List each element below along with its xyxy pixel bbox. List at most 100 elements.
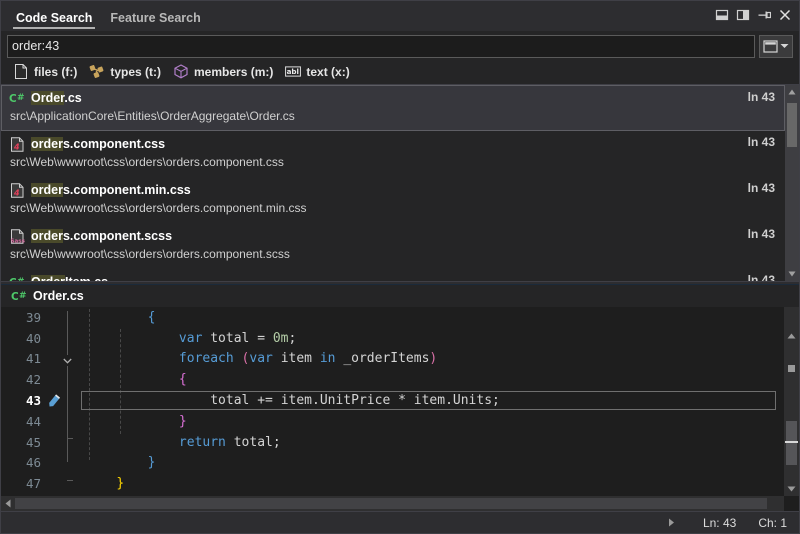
svg-text:4: 4: [13, 142, 20, 151]
css-icon: 4: [9, 136, 25, 152]
status-column-indicator: Ch: 1: [758, 516, 787, 530]
result-filename: orders.component.scss: [31, 229, 172, 243]
close-icon[interactable]: [778, 8, 792, 22]
code-line-47: 47 }: [1, 473, 784, 494]
result-filename: orders.component.css: [31, 137, 165, 151]
code-preview-editor[interactable]: 39 { 40 var total = 0m; 41 for: [1, 307, 784, 496]
filename-rest: s.component.scss: [63, 229, 172, 243]
search-input[interactable]: order:43: [7, 35, 755, 58]
line-number: 46: [1, 455, 45, 470]
file-icon: [13, 64, 29, 80]
scroll-down-arrow-icon[interactable]: [785, 482, 799, 496]
result-row-order-cs[interactable]: C # Order.cs src\ApplicationCore\Entitie…: [1, 85, 785, 131]
css-icon: 4: [9, 182, 25, 198]
auto-hide-pin-icon[interactable]: [757, 8, 771, 22]
code-line-41: 41 foreach (var item in _orderItems): [1, 349, 784, 370]
code-text: {: [81, 310, 784, 325]
tab-feature-search[interactable]: Feature Search: [101, 11, 209, 31]
editor-change-marker: [788, 365, 795, 372]
status-expand-arrow-icon[interactable]: [668, 514, 675, 532]
svg-text:4: 4: [13, 188, 20, 197]
dock-vertical-icon[interactable]: [736, 8, 750, 22]
editor-vertical-scrollbar[interactable]: [784, 307, 799, 496]
code-search-tool-window: Code Search Feature Search: [0, 0, 800, 534]
code-line-43: 43 total += item.UnitPrice * item.Units;: [1, 390, 784, 411]
line-number: 43: [1, 393, 45, 408]
code-text: foreach (var item in _orderItems): [81, 351, 784, 366]
filter-types-label: types (t:): [110, 65, 161, 79]
search-row: order:43: [1, 31, 799, 59]
line-number: 42: [1, 372, 45, 387]
editor-scroll-track[interactable]: [784, 343, 799, 482]
scroll-left-arrow-icon[interactable]: [1, 497, 15, 511]
tab-code-search[interactable]: Code Search: [7, 11, 101, 31]
result-filename: orders.component.min.css: [31, 183, 191, 197]
match-highlight: order: [31, 183, 63, 197]
line-number: 41: [1, 351, 45, 366]
result-line-badge: ln 43: [748, 273, 775, 281]
result-row-orders-component-min-css[interactable]: 4 orders.component.min.css src\Web\wwwro…: [1, 177, 785, 223]
line-number: 47: [1, 476, 45, 491]
csharp-icon: C #: [9, 274, 25, 281]
preview-filename: Order.cs: [33, 289, 84, 303]
editor-scroll-thumb[interactable]: [786, 421, 797, 465]
svg-text:C: C: [9, 277, 17, 282]
search-results-rows: C # Order.cs src\ApplicationCore\Entitie…: [1, 85, 785, 281]
filter-text[interactable]: abl text (x:): [283, 62, 355, 82]
editor-caret-position-marker: [785, 441, 798, 443]
filter-members-label: members (m:): [194, 65, 273, 79]
svg-text:Sass: Sass: [10, 238, 25, 243]
code-line-46: 46 }: [1, 453, 784, 474]
code-text: }: [81, 455, 784, 470]
code-text: {: [81, 372, 784, 387]
filter-text-label: text (x:): [306, 65, 349, 79]
search-results-list: C # Order.cs src\ApplicationCore\Entitie…: [1, 85, 799, 281]
result-row-orders-component-scss[interactable]: Sass orders.component.scss src\Web\wwwro…: [1, 223, 785, 269]
scroll-down-arrow-icon[interactable]: [785, 267, 799, 281]
result-path: src\ApplicationCore\Entities\OrderAggreg…: [9, 109, 777, 123]
result-path: src\Web\wwwroot\css\orders\orders.compon…: [9, 201, 777, 215]
types-icon: [89, 64, 105, 80]
code-text: total += item.UnitPrice * item.Units;: [81, 393, 784, 408]
code-line-39: 39 {: [1, 307, 784, 328]
chevron-down-icon: [780, 43, 789, 49]
filter-shortcuts: files (f:) types (t:) members (m:): [1, 59, 799, 85]
svg-text:abl: abl: [287, 67, 299, 76]
members-icon: [173, 64, 189, 80]
filter-members[interactable]: members (m:): [171, 62, 279, 82]
code-text: }: [81, 414, 784, 429]
results-scroll-thumb[interactable]: [787, 103, 797, 147]
tab-feature-search-label: Feature Search: [110, 11, 200, 25]
edit-pencil-icon[interactable]: [45, 394, 63, 408]
code-preview-pane: 39 { 40 var total = 0m; 41 for: [1, 307, 799, 511]
svg-text:#: #: [19, 291, 27, 301]
editor-hscroll-thumb[interactable]: [15, 498, 767, 509]
code-text: var total = 0m;: [81, 331, 784, 346]
result-row-orderitem-cs[interactable]: C # OrderItem.cs src\ApplicationCore\Ent…: [1, 269, 785, 281]
result-line-badge: ln 43: [748, 227, 775, 241]
filename-rest: s.component.min.css: [63, 183, 191, 197]
svg-text:C: C: [9, 93, 17, 105]
filter-files[interactable]: files (f:): [11, 62, 83, 82]
preview-options-dropdown-button[interactable]: [759, 35, 793, 58]
match-highlight: order: [31, 137, 63, 151]
tool-window-tabstrip: Code Search Feature Search: [1, 1, 799, 31]
svg-text:#: #: [17, 93, 25, 103]
code-line-44: 44 }: [1, 411, 784, 432]
editor-horizontal-scrollbar[interactable]: [1, 496, 784, 511]
result-title-line: Sass orders.component.scss: [9, 226, 777, 246]
match-highlight: order: [31, 229, 63, 243]
dock-horizontal-icon[interactable]: [715, 8, 729, 22]
result-path: src\Web\wwwroot\css\orders\orders.compon…: [9, 155, 777, 169]
filter-types[interactable]: types (t:): [87, 62, 167, 82]
scroll-up-arrow-icon[interactable]: [785, 329, 799, 343]
result-row-orders-component-css[interactable]: 4 orders.component.css src\Web\wwwroot\c…: [1, 131, 785, 177]
result-filename: Order.cs: [31, 91, 82, 105]
results-vertical-scrollbar[interactable]: [785, 85, 799, 281]
sass-icon: Sass: [9, 228, 25, 244]
scroll-up-arrow-icon[interactable]: [785, 85, 799, 99]
results-scroll-track[interactable]: [785, 99, 799, 267]
editor-hscroll-track[interactable]: [15, 496, 784, 511]
result-line-badge: ln 43: [748, 135, 775, 149]
result-line-badge: ln 43: [748, 181, 775, 195]
